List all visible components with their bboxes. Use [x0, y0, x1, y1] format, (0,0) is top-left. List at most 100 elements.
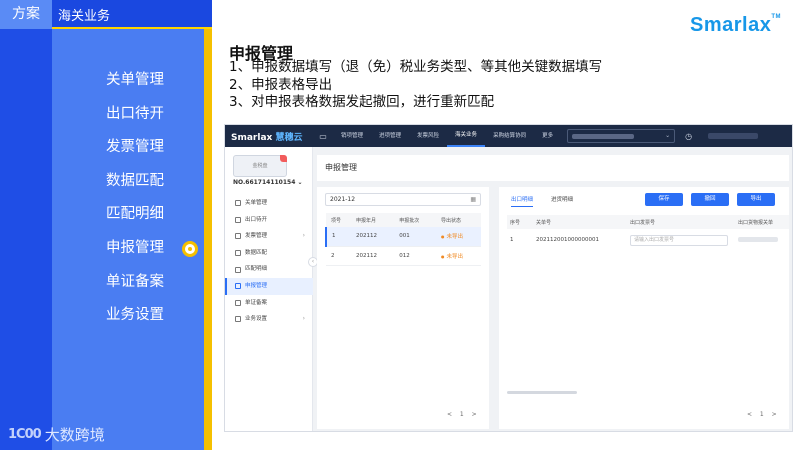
- nav-item-pipei[interactable]: 匹配明细: [52, 198, 204, 232]
- right-pager[interactable]: < 1 >: [747, 411, 780, 418]
- app-side-item[interactable]: 数据匹配: [225, 245, 313, 262]
- monitor-icon[interactable]: ▭: [317, 132, 329, 141]
- cell-no: 1: [325, 227, 351, 247]
- cell-period: 202112: [351, 246, 395, 266]
- detail-tabs: 出口明细 进货明细: [511, 195, 573, 207]
- slide-points: 1、申报数据填写（退（免）税业务类型、等其他关键数据填写 2、申报表格导出 3、…: [229, 59, 602, 112]
- nav-item-shenbao-label: 申报管理: [106, 239, 164, 256]
- point-2: 2、申报表格导出: [229, 76, 333, 93]
- accent-bar: [204, 29, 212, 450]
- nav-item-shuju[interactable]: 数据匹配: [52, 165, 204, 199]
- left-pager[interactable]: < 1 >: [447, 411, 480, 418]
- horizontal-scrollbar[interactable]: [507, 391, 577, 394]
- export-icon: [235, 216, 241, 223]
- tax-device-card[interactable]: 金税盘: [233, 155, 287, 177]
- app-side-item-active[interactable]: 申报管理: [225, 277, 313, 295]
- app-side-menu: 关单管理 出口待开 发票管理 › 数据匹配 匹配明细 申报管理 单证备案 业务设置…: [225, 195, 313, 328]
- withdraw-button[interactable]: 撤回: [691, 193, 729, 206]
- detail-panel: 出口明细 进货明细 保存 撤回 导出 序号 关单号 出口发票号 出口货物报关单 …: [499, 187, 789, 429]
- point-3: 3、对申报表格数据发起撤回，进行重新匹配: [229, 94, 495, 111]
- cell-declaration: [735, 229, 789, 251]
- file-icon: [235, 299, 241, 306]
- app-menu-item-active[interactable]: 海关业务: [447, 125, 486, 147]
- export-button[interactable]: 导出: [737, 193, 775, 206]
- column-header: 申报年月: [351, 213, 395, 227]
- cell-period: 202112: [351, 227, 395, 247]
- app-side-item-label: 出口待开: [245, 216, 268, 223]
- app-menu-item[interactable]: 销项管理: [333, 125, 371, 147]
- period-date-value: 2021-12: [330, 196, 356, 203]
- app-menu-more[interactable]: 更多: [534, 125, 561, 147]
- app-side-item-label: 数据匹配: [245, 249, 268, 256]
- column-header: 出口发票号: [627, 215, 735, 229]
- app-screenshot: Smarlax 慧穗云 ▭ 销项管理 进项管理 发票风险 海关业务 采购结算协同…: [224, 124, 793, 432]
- declaration-blurred: [738, 236, 778, 242]
- app-page-title: 申报管理: [317, 155, 789, 181]
- left-strip: [0, 0, 52, 450]
- nav-item-shezhi[interactable]: 业务设置: [52, 299, 204, 333]
- company-number[interactable]: NO.661714110154 ⌄: [233, 179, 303, 186]
- calendar-icon: ▦: [470, 196, 476, 203]
- brand-logo: SmarlaxTM: [690, 14, 781, 37]
- app-menu: 销项管理 进项管理 发票风险 海关业务 采购结算协同 更多: [333, 125, 561, 147]
- app-menu-item[interactable]: 进项管理: [371, 125, 409, 147]
- cell-no: 2: [326, 246, 351, 266]
- invoice-number-input[interactable]: 请输入出口发票号: [630, 234, 728, 246]
- batch-panel: 2021-12 ▦ 项号 申报年月 申报批次 导出状态 1 202112 001…: [317, 187, 489, 429]
- table-row[interactable]: 1 202112001000000001 请输入出口发票号: [507, 229, 789, 251]
- app-side-item[interactable]: 关单管理: [225, 195, 313, 212]
- column-header: 序号: [507, 215, 533, 229]
- nav-item-fapiao[interactable]: 发票管理: [52, 131, 204, 165]
- table-row[interactable]: 1 202112 001 未导出: [325, 227, 481, 247]
- app-menu-item[interactable]: 发票风险: [409, 125, 447, 147]
- cell-status: 未导出: [435, 227, 481, 247]
- tab-fangan[interactable]: 方案: [0, 0, 52, 29]
- point-1: 1、申报数据填写（退（免）税业务类型、等其他关键数据填写: [229, 59, 603, 75]
- nav-item-chukou[interactable]: 出口待开: [52, 98, 204, 132]
- tab-export-detail[interactable]: 出口明细: [511, 195, 534, 207]
- declare-icon: [235, 283, 241, 290]
- tab-underline: [52, 27, 212, 29]
- app-side-item-label: 单证备案: [245, 299, 268, 306]
- brand-logo-text: Smarlax: [690, 14, 772, 36]
- app-menu-item[interactable]: 采购结算协同: [485, 125, 534, 147]
- company-number-text: NO.661714110154: [233, 179, 296, 186]
- app-side-item-label: 业务设置: [245, 316, 268, 323]
- org-select[interactable]: ⌄: [567, 129, 676, 143]
- cell-invoice: 请输入出口发票号: [627, 229, 735, 251]
- status-badge: 未导出: [441, 254, 463, 260]
- period-date-picker[interactable]: 2021-12 ▦: [325, 193, 481, 206]
- chevron-right-icon: ›: [302, 232, 305, 240]
- list-icon: [235, 266, 241, 273]
- cell-batch: 012: [394, 246, 436, 266]
- tab-purchase-detail[interactable]: 进货明细: [551, 195, 573, 207]
- detail-actions: 保存 撤回 导出: [645, 193, 775, 206]
- cell-status: 未导出: [435, 246, 481, 266]
- detail-table: 序号 关单号 出口发票号 出口货物报关单 1 20211200100000000…: [507, 215, 789, 251]
- app-side-item-label: 申报管理: [245, 282, 268, 289]
- user-name-blurred[interactable]: [708, 133, 759, 139]
- nav-item-guandan[interactable]: 关单管理: [52, 64, 204, 98]
- trademark-icon: TM: [771, 14, 782, 20]
- footer-logo-mark: 1C00: [8, 427, 42, 442]
- status-badge: 未导出: [441, 234, 463, 240]
- app-side-item[interactable]: 匹配明细: [225, 261, 313, 278]
- save-button[interactable]: 保存: [645, 193, 683, 206]
- nav-item-shenbao[interactable]: 申报管理: [52, 232, 204, 266]
- org-name-blurred: [572, 133, 635, 139]
- app-side-item[interactable]: 出口待开: [225, 212, 313, 229]
- column-header: 关单号: [533, 215, 627, 229]
- app-side-item[interactable]: 发票管理 ›: [225, 228, 313, 245]
- clock-icon[interactable]: ◷: [685, 132, 692, 141]
- table-row[interactable]: 2 202112 012 未导出: [326, 246, 481, 266]
- app-sidebar: 金税盘 NO.661714110154 ⌄ 关单管理 出口待开 发票管理 › 数据…: [225, 147, 313, 431]
- app-side-item[interactable]: 单证备案: [225, 295, 313, 312]
- column-header: 项号: [326, 213, 351, 227]
- column-header: 出口货物报关单: [735, 215, 789, 229]
- footer-logo-text: 大数跨境: [44, 426, 105, 444]
- app-side-item-label: 关单管理: [245, 200, 268, 206]
- nav-item-danzheng[interactable]: 单证备案: [52, 266, 204, 300]
- tab-haiguan[interactable]: 海关业务: [52, 0, 212, 29]
- cell-batch: 001: [394, 227, 436, 247]
- app-side-item[interactable]: 业务设置 ›: [225, 311, 313, 328]
